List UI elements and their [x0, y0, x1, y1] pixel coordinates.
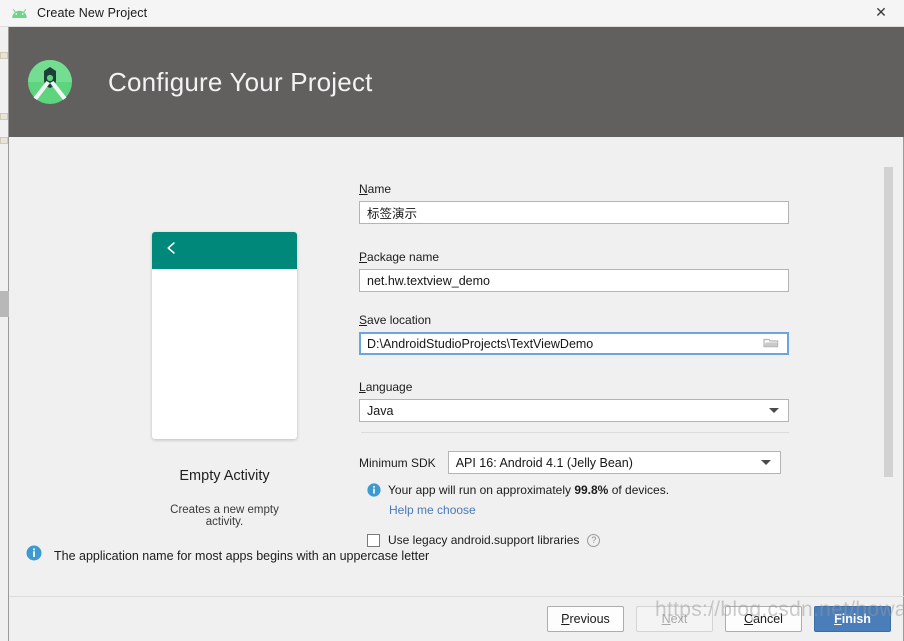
language-field-row: Language Java — [359, 380, 789, 422]
dialog-body: Configure Your Project Empty Activity Cr — [9, 27, 904, 641]
language-label: Language — [359, 380, 789, 394]
device-coverage-prefix: Your app will run on approximately — [388, 483, 575, 497]
template-description: Creates a new empty activity. — [170, 504, 279, 528]
save-location-input-value: D:\AndroidStudioProjects\TextViewDemo — [367, 336, 594, 351]
save-location-label-rest: ave location — [367, 313, 432, 327]
save-location-field-row: Save location D:\AndroidStudioProjects\T… — [359, 313, 789, 355]
window-title-bar: Create New Project ✕ — [0, 0, 904, 27]
name-label-mnemonic: N — [359, 182, 368, 196]
background-marker — [0, 113, 8, 120]
status-message: The application name for most apps begin… — [54, 548, 430, 563]
question-mark-icon[interactable]: ? — [587, 533, 601, 547]
device-coverage-text: Your app will run on approximately 99.8%… — [388, 482, 669, 498]
cancel-button-mnemonic: C — [744, 612, 754, 626]
language-select[interactable]: Java — [359, 399, 789, 422]
next-button: Next — [636, 606, 713, 632]
minimum-sdk-select-value: API 16: Android 4.1 (Jelly Bean) — [455, 455, 633, 470]
language-label-rest: anguage — [365, 380, 413, 394]
device-coverage-suffix: of devices. — [608, 483, 670, 497]
package-name-input-value: net.hw.textview_demo — [367, 273, 490, 288]
arrow-left-icon — [165, 241, 181, 260]
minimum-sdk-field-row: Minimum SDK API 16: Android 4.1 (Jelly B… — [359, 451, 781, 474]
info-icon — [367, 483, 381, 502]
cancel-button[interactable]: Cancel — [725, 606, 802, 632]
help-me-choose-link[interactable]: Help me choose — [389, 503, 476, 517]
previous-button-rest: revious — [569, 612, 610, 626]
template-name: Empty Activity — [179, 468, 270, 484]
package-name-label: Package name — [359, 250, 789, 264]
chevron-down-icon — [769, 408, 779, 413]
previous-button[interactable]: Previous — [547, 606, 624, 632]
dialog-header: Configure Your Project — [9, 27, 904, 137]
package-name-input[interactable]: net.hw.textview_demo — [359, 269, 789, 292]
finish-button-rest: inish — [841, 612, 871, 626]
button-bar: Previous Next Cancel Finish — [9, 597, 904, 641]
status-message-row: The application name for most apps begin… — [26, 545, 429, 566]
name-input[interactable]: 标签演示 — [359, 201, 789, 224]
create-new-project-dialog: Create New Project ✕ Configure Your Proj… — [0, 0, 904, 641]
name-input-value: 标签演示 — [367, 207, 418, 221]
cancel-button-rest: ancel — [753, 612, 783, 626]
close-icon[interactable]: ✕ — [858, 0, 904, 26]
info-icon — [26, 545, 42, 566]
name-field-row: Name 标签演示 — [359, 182, 789, 224]
minimum-sdk-label: Minimum SDK — [359, 455, 436, 470]
save-location-label-mnemonic: S — [359, 313, 368, 327]
name-label-rest: ame — [367, 182, 392, 196]
package-name-label-rest: ackage name — [367, 250, 440, 264]
form-divider — [361, 432, 789, 433]
page-title: Configure Your Project — [108, 66, 373, 97]
android-icon — [10, 4, 28, 22]
finish-button[interactable]: Finish — [814, 606, 891, 632]
template-appbar — [152, 232, 297, 269]
android-studio-logo — [22, 54, 78, 110]
minimum-sdk-select[interactable]: API 16: Android 4.1 (Jelly Bean) — [447, 451, 781, 474]
template-thumbnail — [152, 232, 297, 439]
folder-icon[interactable] — [763, 336, 779, 352]
name-label: Name — [359, 182, 789, 196]
activity-template-preview: Empty Activity Creates a new empty activ… — [152, 232, 297, 528]
language-select-value: Java — [367, 403, 394, 418]
device-coverage-info: Your app will run on approximately 99.8%… — [367, 482, 669, 502]
finish-button-mnemonic: F — [834, 612, 842, 626]
save-location-label: Save location — [359, 313, 789, 327]
background-scrollbar — [0, 291, 9, 317]
next-button-rest: ext — [670, 612, 688, 626]
dialog-content: Empty Activity Creates a new empty activ… — [9, 137, 904, 596]
background-window-strip — [0, 27, 9, 641]
device-coverage-percent: 99.8% — [574, 483, 609, 497]
next-button-mnemonic: N — [661, 612, 671, 626]
package-name-field-row: Package name net.hw.textview_demo — [359, 250, 789, 292]
language-label-mnemonic: L — [359, 380, 366, 394]
previous-button-mnemonic: P — [561, 612, 570, 626]
background-marker — [0, 137, 8, 144]
background-marker — [0, 52, 8, 59]
package-name-label-mnemonic: P — [359, 250, 368, 264]
vertical-scrollbar-thumb[interactable] — [884, 167, 893, 477]
window-title: Create New Project — [37, 6, 148, 20]
save-location-input[interactable]: D:\AndroidStudioProjects\TextViewDemo — [359, 332, 789, 355]
chevron-down-icon — [760, 460, 771, 465]
